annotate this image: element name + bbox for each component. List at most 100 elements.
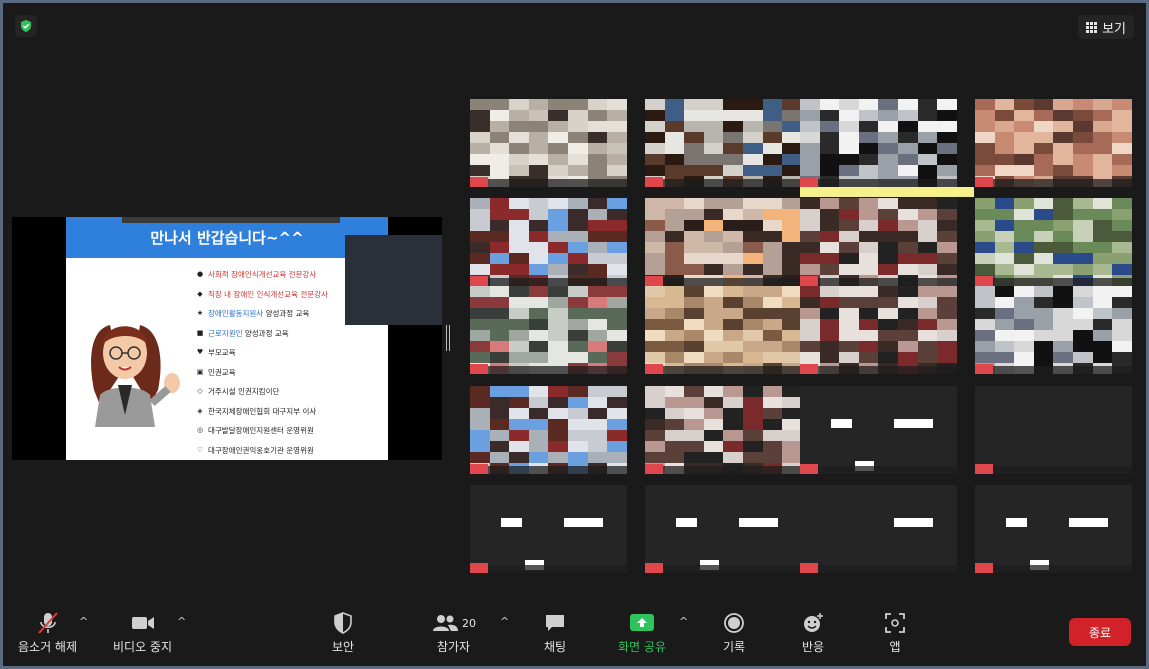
video-pixel-block [898, 154, 919, 166]
video-pixel-block [509, 121, 530, 133]
video-pixel-block [587, 352, 608, 364]
video-pixel-block [607, 397, 627, 409]
video-pixel-block [1014, 308, 1035, 320]
video-pixel-block [975, 132, 996, 144]
muted-indicator-icon [470, 364, 488, 374]
video-pixel-block [587, 154, 608, 166]
video-pixel-block [762, 286, 783, 298]
video-pixel-block [723, 231, 744, 243]
participant-video-tile[interactable] [645, 198, 802, 286]
video-pixel-block [568, 419, 589, 431]
participant-video-tile[interactable] [645, 485, 802, 573]
participant-video-tile[interactable] [800, 198, 957, 286]
splitter-handle[interactable] [446, 325, 450, 351]
video-pixel-block [1092, 132, 1113, 144]
video-pixel-block [703, 121, 724, 133]
shared-screen[interactable]: 만나서 반갑습니다~^^ ● 사회적 장애인식개선교육 전문강사 ◆ 직장 내 … [12, 217, 442, 460]
video-options-caret-icon[interactable]: ^ [177, 615, 186, 628]
video-pixel-block [645, 419, 666, 431]
video-pixel-block [645, 408, 666, 420]
encryption-shield-icon[interactable] [15, 15, 37, 37]
video-pixel-block [743, 154, 764, 166]
participant-video-tile[interactable] [470, 99, 627, 187]
video-pixel-block [743, 253, 764, 265]
video-pixel-block [1092, 143, 1113, 155]
audio-options-caret-icon[interactable]: ^ [79, 615, 88, 628]
video-pixel-block [762, 154, 783, 166]
video-pixel-block [1053, 253, 1074, 265]
presenter-avatar-illustration [80, 315, 190, 427]
video-pixel-block [819, 121, 840, 133]
participant-video-tile[interactable] [975, 386, 1132, 474]
video-pixel-block [528, 386, 549, 398]
video-pixel-block [1092, 165, 1113, 177]
stop-video-button[interactable]: 비디오 중지 [113, 611, 172, 655]
video-pixel-block [703, 264, 724, 276]
participant-video-tile[interactable] [470, 485, 627, 573]
video-pixel-block [1073, 330, 1094, 342]
video-pixel-block [509, 352, 530, 364]
participant-video-tile[interactable] [470, 386, 627, 474]
record-button[interactable]: 기록 [722, 611, 746, 655]
video-pixel-block [684, 198, 705, 210]
video-pixel-block [839, 297, 860, 309]
participant-video-tile[interactable] [800, 99, 957, 187]
video-pixel-block [1053, 297, 1074, 309]
video-pixel-block [917, 154, 938, 166]
video-pixel-block [1073, 198, 1094, 210]
participant-video-tile[interactable] [645, 99, 802, 187]
muted-indicator-icon [470, 177, 488, 187]
video-pixel-block [994, 154, 1015, 166]
video-pixel-block [858, 220, 879, 232]
video-pixel-block [937, 220, 957, 232]
unmute-button[interactable]: 음소거 해제 [18, 611, 77, 655]
video-pixel-block [1033, 110, 1054, 122]
video-pixel-block [917, 231, 938, 243]
share-options-caret-icon[interactable]: ^ [679, 615, 688, 628]
video-pixel-block [994, 231, 1015, 243]
video-pixel-block [994, 220, 1015, 232]
video-pixel-block [607, 419, 627, 431]
end-meeting-button[interactable]: 종료 [1069, 618, 1131, 646]
video-pixel-block [509, 143, 530, 155]
video-pixel-block [723, 319, 744, 331]
chat-button[interactable]: 채팅 [543, 611, 567, 655]
participant-video-tile[interactable] [975, 99, 1132, 187]
video-pixel-block [839, 308, 860, 320]
participants-options-caret-icon[interactable]: ^ [500, 615, 509, 628]
participant-video-tile[interactable] [800, 386, 957, 474]
video-pixel-block [1053, 286, 1074, 298]
participant-video-tile[interactable] [975, 286, 1132, 374]
video-pixel-block [917, 99, 938, 111]
participant-video-tile[interactable] [645, 386, 802, 474]
participant-video-tile[interactable] [800, 485, 957, 573]
participants-button[interactable]: 20 참가자 [431, 611, 476, 655]
video-pixel-block [858, 231, 879, 243]
share-screen-button[interactable]: 화면 공유 [618, 611, 666, 655]
participant-video-tile[interactable] [975, 485, 1132, 573]
participant-video-tile[interactable] [800, 286, 957, 374]
video-pixel-block [684, 386, 705, 398]
participant-video-tile[interactable] [645, 286, 802, 374]
video-pixel-block [1033, 99, 1054, 111]
bullet-item: ■ 근로지원인 양성과정 교육 [196, 328, 289, 338]
participant-video-tile[interactable] [975, 198, 1132, 286]
video-pixel-block [1014, 264, 1035, 276]
video-pixel-block [548, 408, 569, 420]
video-pixel-block [509, 386, 530, 398]
video-pixel-block [898, 330, 919, 342]
apps-button[interactable]: 앱 [883, 611, 907, 655]
participant-video-tile[interactable] [470, 286, 627, 374]
video-pixel-block [607, 408, 627, 420]
self-view-thumbnail[interactable] [345, 235, 442, 325]
video-pixel-block [819, 319, 840, 331]
participant-video-tile[interactable] [470, 198, 627, 286]
security-button[interactable]: 보안 [332, 611, 354, 655]
video-pixel-block [1073, 231, 1094, 243]
video-pixel-block [743, 341, 764, 353]
video-pixel-block [994, 264, 1015, 276]
video-pixel-block [1033, 319, 1054, 331]
view-button[interactable]: 보기 [1078, 15, 1134, 39]
reactions-button[interactable]: 반응 [801, 611, 825, 655]
video-pixel-block [489, 319, 510, 331]
